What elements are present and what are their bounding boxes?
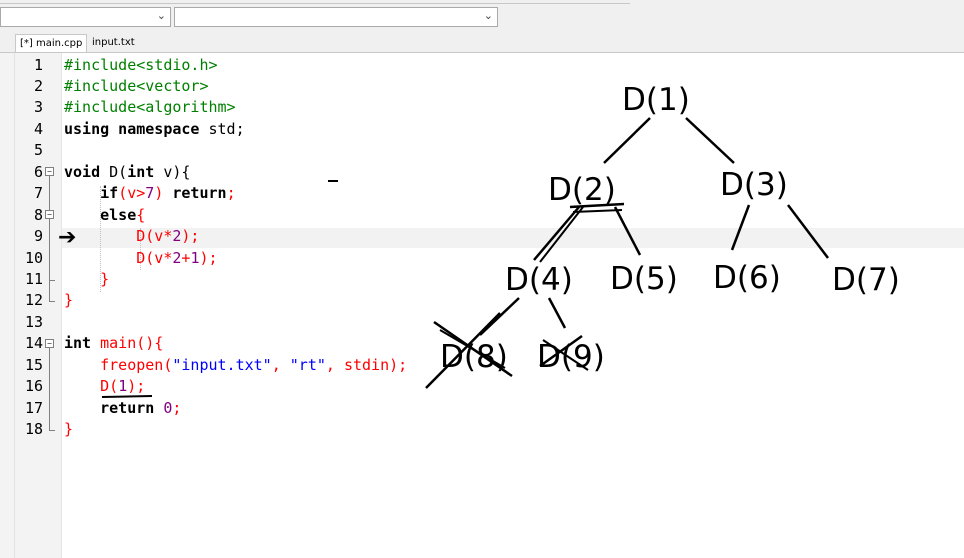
tree-node: D(5) (610, 261, 678, 297)
tree-edge (685, 117, 735, 164)
annotation-layer: D(1) D(2) D(3) D(4) D(5) D(6) D(7) D(8) … (101, 82, 900, 398)
tree-edge (547, 297, 567, 329)
tree-edge (730, 204, 751, 251)
tree-edge (533, 206, 580, 261)
tree-edge (479, 297, 520, 336)
tree-edge (603, 117, 651, 164)
tree-edge (787, 204, 829, 259)
tree-node-root: D(1) (622, 82, 690, 118)
tree-edge (613, 206, 642, 256)
tree-node-crossed: D(8) (440, 339, 508, 375)
tree-node: D(2) (548, 172, 616, 208)
tree-node: D(4) (505, 262, 573, 298)
tree-edge (539, 206, 584, 263)
underline-mark (101, 395, 153, 398)
tree-node: D(6) (713, 260, 781, 296)
tree-node: D(3) (720, 167, 788, 203)
tree-node: D(7) (832, 262, 900, 298)
